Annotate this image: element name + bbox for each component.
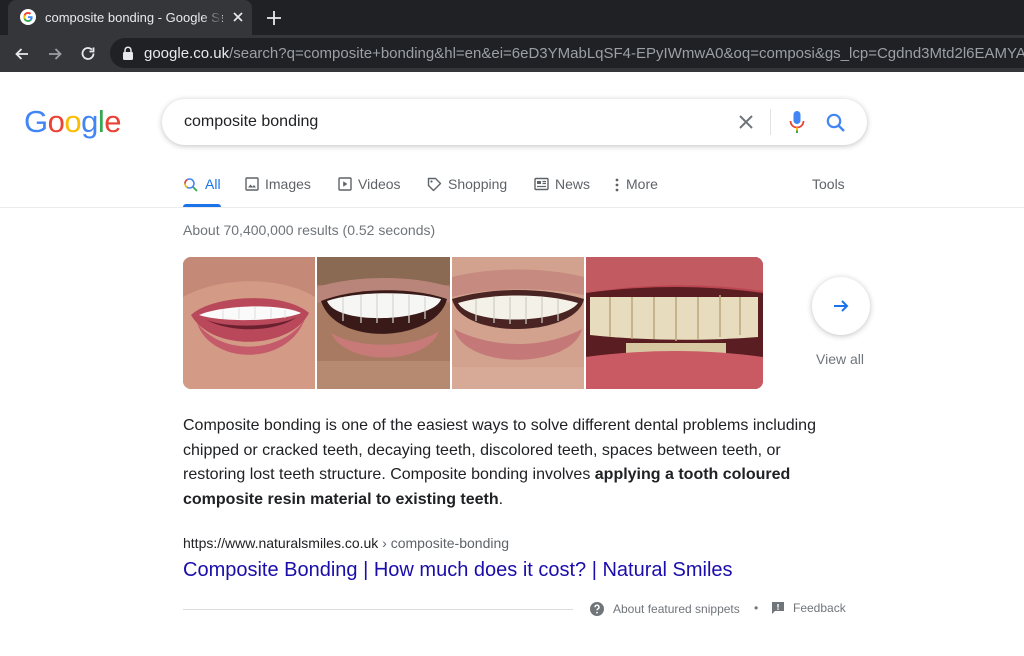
url-path: /search?q=composite+bonding&hl=en&ei=6eD… — [229, 45, 1024, 62]
active-tab-indicator — [183, 204, 221, 207]
search-divider — [770, 109, 771, 135]
tag-icon — [427, 177, 442, 192]
clear-search-icon[interactable] — [736, 112, 756, 132]
logo-letter: g — [81, 104, 98, 139]
view-all-label[interactable]: View all — [816, 351, 864, 367]
back-arrow-icon[interactable] — [12, 44, 32, 64]
feedback-label: Feedback — [793, 601, 846, 615]
search-icon — [184, 178, 198, 192]
browser-tab-bar: composite bonding - Google Search — [0, 0, 1024, 35]
url-host: google.co.uk — [144, 45, 230, 62]
image-icon — [245, 177, 259, 191]
tab-shopping[interactable]: Shopping — [427, 176, 507, 204]
smile-image-3[interactable] — [452, 257, 584, 389]
browser-toolbar: google.co.uk/search?q=composite+bonding&… — [0, 35, 1024, 72]
lock-icon[interactable] — [122, 46, 134, 60]
reload-icon[interactable] — [78, 44, 98, 64]
smile-image-4[interactable] — [586, 257, 763, 389]
arrow-right-icon — [834, 300, 849, 312]
snippet-text-after: . — [498, 490, 504, 508]
logo-letter: G — [24, 104, 48, 139]
result-stats: About 70,400,000 results (0.52 seconds) — [183, 222, 436, 238]
result-cite[interactable]: https://www.naturalsmiles.co.uk › compos… — [183, 535, 509, 551]
smile-image-2[interactable] — [317, 257, 450, 389]
search-icon[interactable] — [825, 112, 847, 134]
help-icon — [590, 602, 604, 616]
news-icon — [534, 177, 549, 191]
tools-button[interactable]: Tools — [812, 176, 845, 192]
tab-news[interactable]: News — [534, 176, 590, 204]
url-text[interactable]: google.co.uk/search?q=composite+bonding&… — [144, 45, 1024, 62]
cite-path: › composite-bonding — [378, 535, 510, 551]
snippet-divider — [183, 609, 573, 610]
footer-separator: • — [754, 601, 759, 615]
search-input[interactable] — [184, 113, 724, 131]
tab-more-label: More — [626, 176, 658, 192]
video-icon — [338, 177, 352, 191]
tab-all-label: All — [205, 176, 221, 192]
browser-tab[interactable]: composite bonding - Google Search — [8, 0, 252, 35]
more-vert-icon — [615, 178, 619, 192]
google-logo[interactable]: Google — [24, 104, 122, 140]
tab-title-fade — [202, 6, 222, 28]
about-featured-snippets-link[interactable]: About featured snippets — [589, 601, 740, 617]
featured-snippet-text: Composite bonding is one of the easiest … — [183, 414, 843, 512]
tab-images[interactable]: Images — [245, 176, 311, 204]
tab-more[interactable]: More — [614, 176, 658, 204]
tab-videos-label: Videos — [358, 176, 401, 192]
smile-image-1[interactable] — [183, 257, 315, 389]
cite-host: https://www.naturalsmiles.co.uk — [183, 535, 379, 551]
tab-videos[interactable]: Videos — [338, 176, 401, 204]
result-title-link[interactable]: Composite Bonding | How much does it cos… — [183, 559, 733, 582]
google-favicon-icon — [20, 9, 36, 25]
microphone-icon[interactable] — [787, 110, 807, 134]
logo-letter: o — [47, 104, 65, 139]
new-tab-plus-icon[interactable] — [264, 8, 284, 28]
close-tab-icon[interactable] — [230, 9, 246, 25]
tab-news-label: News — [555, 176, 591, 192]
view-all-images-button[interactable] — [812, 277, 870, 335]
logo-letter: e — [104, 104, 122, 139]
tab-all[interactable]: All — [183, 176, 221, 204]
tab-shopping-label: Shopping — [448, 176, 508, 192]
about-snippets-label: About featured snippets — [613, 602, 740, 616]
google-logo-letters: Google — [24, 104, 122, 140]
tab-title: composite bonding - Google Search — [45, 10, 223, 25]
search-box — [162, 99, 867, 145]
feedback-icon — [772, 602, 784, 614]
search-tabs: All Images Videos Shopping News More — [0, 170, 1024, 208]
logo-letter: o — [64, 104, 82, 139]
feedback-link[interactable]: Feedback — [771, 601, 846, 615]
image-strip — [183, 257, 763, 389]
tab-images-label: Images — [265, 176, 311, 192]
forward-arrow-icon[interactable] — [45, 44, 65, 64]
address-bar[interactable]: google.co.uk/search?q=composite+bonding&… — [110, 38, 1024, 68]
